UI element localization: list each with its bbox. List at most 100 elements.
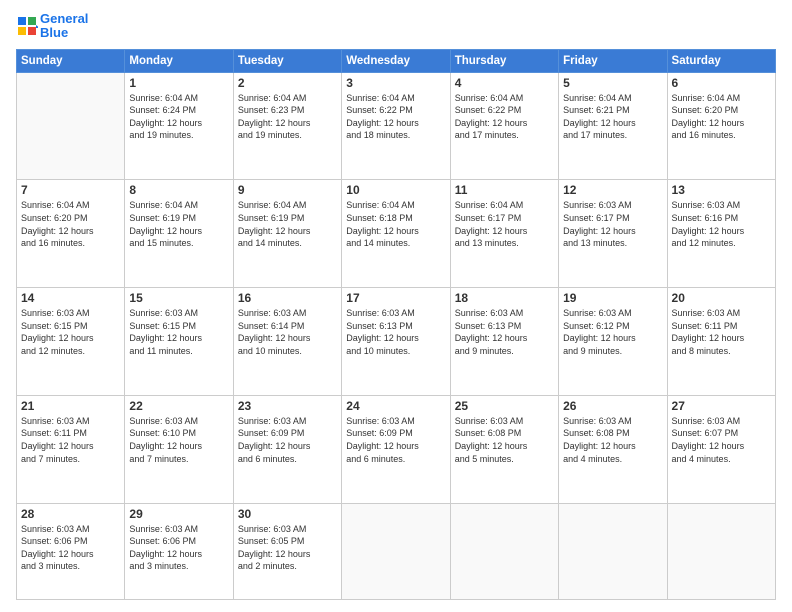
calendar-cell: 12 Sunrise: 6:03 AM Sunset: 6:17 PM Dayli…	[559, 180, 667, 288]
calendar-cell: 1 Sunrise: 6:04 AM Sunset: 6:24 PM Daylig…	[125, 72, 233, 180]
calendar-cell: 17 Sunrise: 6:03 AM Sunset: 6:13 PM Dayli…	[342, 288, 450, 396]
day-info: Sunrise: 6:03 AM Sunset: 6:17 PM Dayligh…	[563, 199, 662, 249]
day-info: Sunrise: 6:03 AM Sunset: 6:09 PM Dayligh…	[238, 415, 337, 465]
weekday-header: Saturday	[667, 49, 775, 72]
calendar-cell: 9Sunrise: 6:04 AM Sunset: 6:19 PM Daylig…	[233, 180, 341, 288]
day-number: 17	[346, 291, 445, 305]
day-number: 12	[563, 183, 662, 197]
day-number: 8	[129, 183, 228, 197]
calendar-cell: 13 Sunrise: 6:03 AM Sunset: 6:16 PM Dayli…	[667, 180, 775, 288]
day-number: 11	[455, 183, 554, 197]
day-info: Sunrise: 6:04 AM Sunset: 6:23 PM Dayligh…	[238, 92, 337, 142]
day-number: 27	[672, 399, 771, 413]
day-number: 20	[672, 291, 771, 305]
day-number: 21	[21, 399, 120, 413]
calendar-cell: 21 Sunrise: 6:03 AM Sunset: 6:11 PM Dayli…	[17, 395, 125, 503]
day-info: Sunrise: 6:04 AM Sunset: 6:17 PM Dayligh…	[455, 199, 554, 249]
day-info: Sunrise: 6:04 AM Sunset: 6:24 PM Dayligh…	[129, 92, 228, 142]
day-info: Sunrise: 6:03 AM Sunset: 6:15 PM Dayligh…	[21, 307, 120, 357]
day-number: 19	[563, 291, 662, 305]
day-number: 16	[238, 291, 337, 305]
calendar-cell: 25Sunrise: 6:03 AM Sunset: 6:08 PM Dayli…	[450, 395, 558, 503]
day-number: 14	[21, 291, 120, 305]
day-number: 26	[563, 399, 662, 413]
day-info: Sunrise: 6:03 AM Sunset: 6:11 PM Dayligh…	[21, 415, 120, 465]
day-info: Sunrise: 6:03 AM Sunset: 6:13 PM Dayligh…	[455, 307, 554, 357]
day-number: 22	[129, 399, 228, 413]
day-number: 18	[455, 291, 554, 305]
day-number: 7	[21, 183, 120, 197]
day-info: Sunrise: 6:03 AM Sunset: 6:07 PM Dayligh…	[672, 415, 771, 465]
calendar-cell: 15 Sunrise: 6:03 AM Sunset: 6:15 PM Dayli…	[125, 288, 233, 396]
day-info: Sunrise: 6:04 AM Sunset: 6:21 PM Dayligh…	[563, 92, 662, 142]
day-info: Sunrise: 6:03 AM Sunset: 6:08 PM Dayligh…	[563, 415, 662, 465]
weekday-header: Friday	[559, 49, 667, 72]
day-info: Sunrise: 6:03 AM Sunset: 6:10 PM Dayligh…	[129, 415, 228, 465]
logo: General Blue	[16, 12, 88, 41]
logo-line2: Blue	[40, 25, 68, 40]
weekday-header: Monday	[125, 49, 233, 72]
weekday-header: Thursday	[450, 49, 558, 72]
calendar-cell: 10 Sunrise: 6:04 AM Sunset: 6:18 PM Dayli…	[342, 180, 450, 288]
calendar-cell: 5 Sunrise: 6:04 AM Sunset: 6:21 PM Daylig…	[559, 72, 667, 180]
day-number: 5	[563, 76, 662, 90]
calendar-cell: 24 Sunrise: 6:03 AM Sunset: 6:09 PM Dayli…	[342, 395, 450, 503]
calendar-cell: 7 Sunrise: 6:04 AM Sunset: 6:20 PM Daylig…	[17, 180, 125, 288]
day-number: 29	[129, 507, 228, 521]
day-number: 15	[129, 291, 228, 305]
calendar-cell: 22 Sunrise: 6:03 AM Sunset: 6:10 PM Dayli…	[125, 395, 233, 503]
day-info: Sunrise: 6:03 AM Sunset: 6:08 PM Dayligh…	[455, 415, 554, 465]
day-info: Sunrise: 6:04 AM Sunset: 6:22 PM Dayligh…	[346, 92, 445, 142]
calendar-cell: 23 Sunrise: 6:03 AM Sunset: 6:09 PM Dayli…	[233, 395, 341, 503]
day-info: Sunrise: 6:03 AM Sunset: 6:16 PM Dayligh…	[672, 199, 771, 249]
day-info: Sunrise: 6:04 AM Sunset: 6:19 PM Dayligh…	[129, 199, 228, 249]
calendar-table: SundayMondayTuesdayWednesdayThursdayFrid…	[16, 49, 776, 600]
day-info: Sunrise: 6:03 AM Sunset: 6:14 PM Dayligh…	[238, 307, 337, 357]
day-number: 2	[238, 76, 337, 90]
calendar-cell	[559, 503, 667, 599]
day-info: Sunrise: 6:03 AM Sunset: 6:13 PM Dayligh…	[346, 307, 445, 357]
logo-text: General Blue	[16, 12, 88, 41]
calendar-cell	[17, 72, 125, 180]
day-number: 10	[346, 183, 445, 197]
logo-line1: General	[40, 11, 88, 26]
day-info: Sunrise: 6:03 AM Sunset: 6:06 PM Dayligh…	[129, 523, 228, 573]
calendar-cell: 30Sunrise: 6:03 AM Sunset: 6:05 PM Dayli…	[233, 503, 341, 599]
day-info: Sunrise: 6:03 AM Sunset: 6:15 PM Dayligh…	[129, 307, 228, 357]
calendar-cell: 4Sunrise: 6:04 AM Sunset: 6:22 PM Daylig…	[450, 72, 558, 180]
day-number: 28	[21, 507, 120, 521]
day-number: 24	[346, 399, 445, 413]
day-number: 1	[129, 76, 228, 90]
page: General Blue SundayMondayTuesdayWednesda…	[0, 0, 792, 612]
day-number: 9	[238, 183, 337, 197]
calendar-cell: 2 Sunrise: 6:04 AM Sunset: 6:23 PM Daylig…	[233, 72, 341, 180]
day-info: Sunrise: 6:04 AM Sunset: 6:22 PM Dayligh…	[455, 92, 554, 142]
calendar-cell: 16 Sunrise: 6:03 AM Sunset: 6:14 PM Dayli…	[233, 288, 341, 396]
day-info: Sunrise: 6:04 AM Sunset: 6:20 PM Dayligh…	[21, 199, 120, 249]
calendar-cell: 14 Sunrise: 6:03 AM Sunset: 6:15 PM Dayli…	[17, 288, 125, 396]
day-info: Sunrise: 6:03 AM Sunset: 6:09 PM Dayligh…	[346, 415, 445, 465]
day-info: Sunrise: 6:04 AM Sunset: 6:18 PM Dayligh…	[346, 199, 445, 249]
header: General Blue	[16, 12, 776, 41]
calendar-cell	[667, 503, 775, 599]
weekday-header: Sunday	[17, 49, 125, 72]
day-number: 6	[672, 76, 771, 90]
calendar-cell: 19Sunrise: 6:03 AM Sunset: 6:12 PM Dayli…	[559, 288, 667, 396]
calendar-cell: 28 Sunrise: 6:03 AM Sunset: 6:06 PM Dayli…	[17, 503, 125, 599]
calendar-cell: 27 Sunrise: 6:03 AM Sunset: 6:07 PM Dayli…	[667, 395, 775, 503]
calendar-cell: 11 Sunrise: 6:04 AM Sunset: 6:17 PM Dayli…	[450, 180, 558, 288]
day-number: 23	[238, 399, 337, 413]
calendar-cell: 8 Sunrise: 6:04 AM Sunset: 6:19 PM Daylig…	[125, 180, 233, 288]
day-info: Sunrise: 6:04 AM Sunset: 6:20 PM Dayligh…	[672, 92, 771, 142]
day-info: Sunrise: 6:03 AM Sunset: 6:06 PM Dayligh…	[21, 523, 120, 573]
calendar-cell: 29 Sunrise: 6:03 AM Sunset: 6:06 PM Dayli…	[125, 503, 233, 599]
day-number: 3	[346, 76, 445, 90]
calendar-cell	[342, 503, 450, 599]
day-number: 13	[672, 183, 771, 197]
day-number: 30	[238, 507, 337, 521]
calendar-cell: 3 Sunrise: 6:04 AM Sunset: 6:22 PM Daylig…	[342, 72, 450, 180]
calendar-cell: 6 Sunrise: 6:04 AM Sunset: 6:20 PM Daylig…	[667, 72, 775, 180]
weekday-header: Wednesday	[342, 49, 450, 72]
weekday-header: Tuesday	[233, 49, 341, 72]
calendar-cell	[450, 503, 558, 599]
